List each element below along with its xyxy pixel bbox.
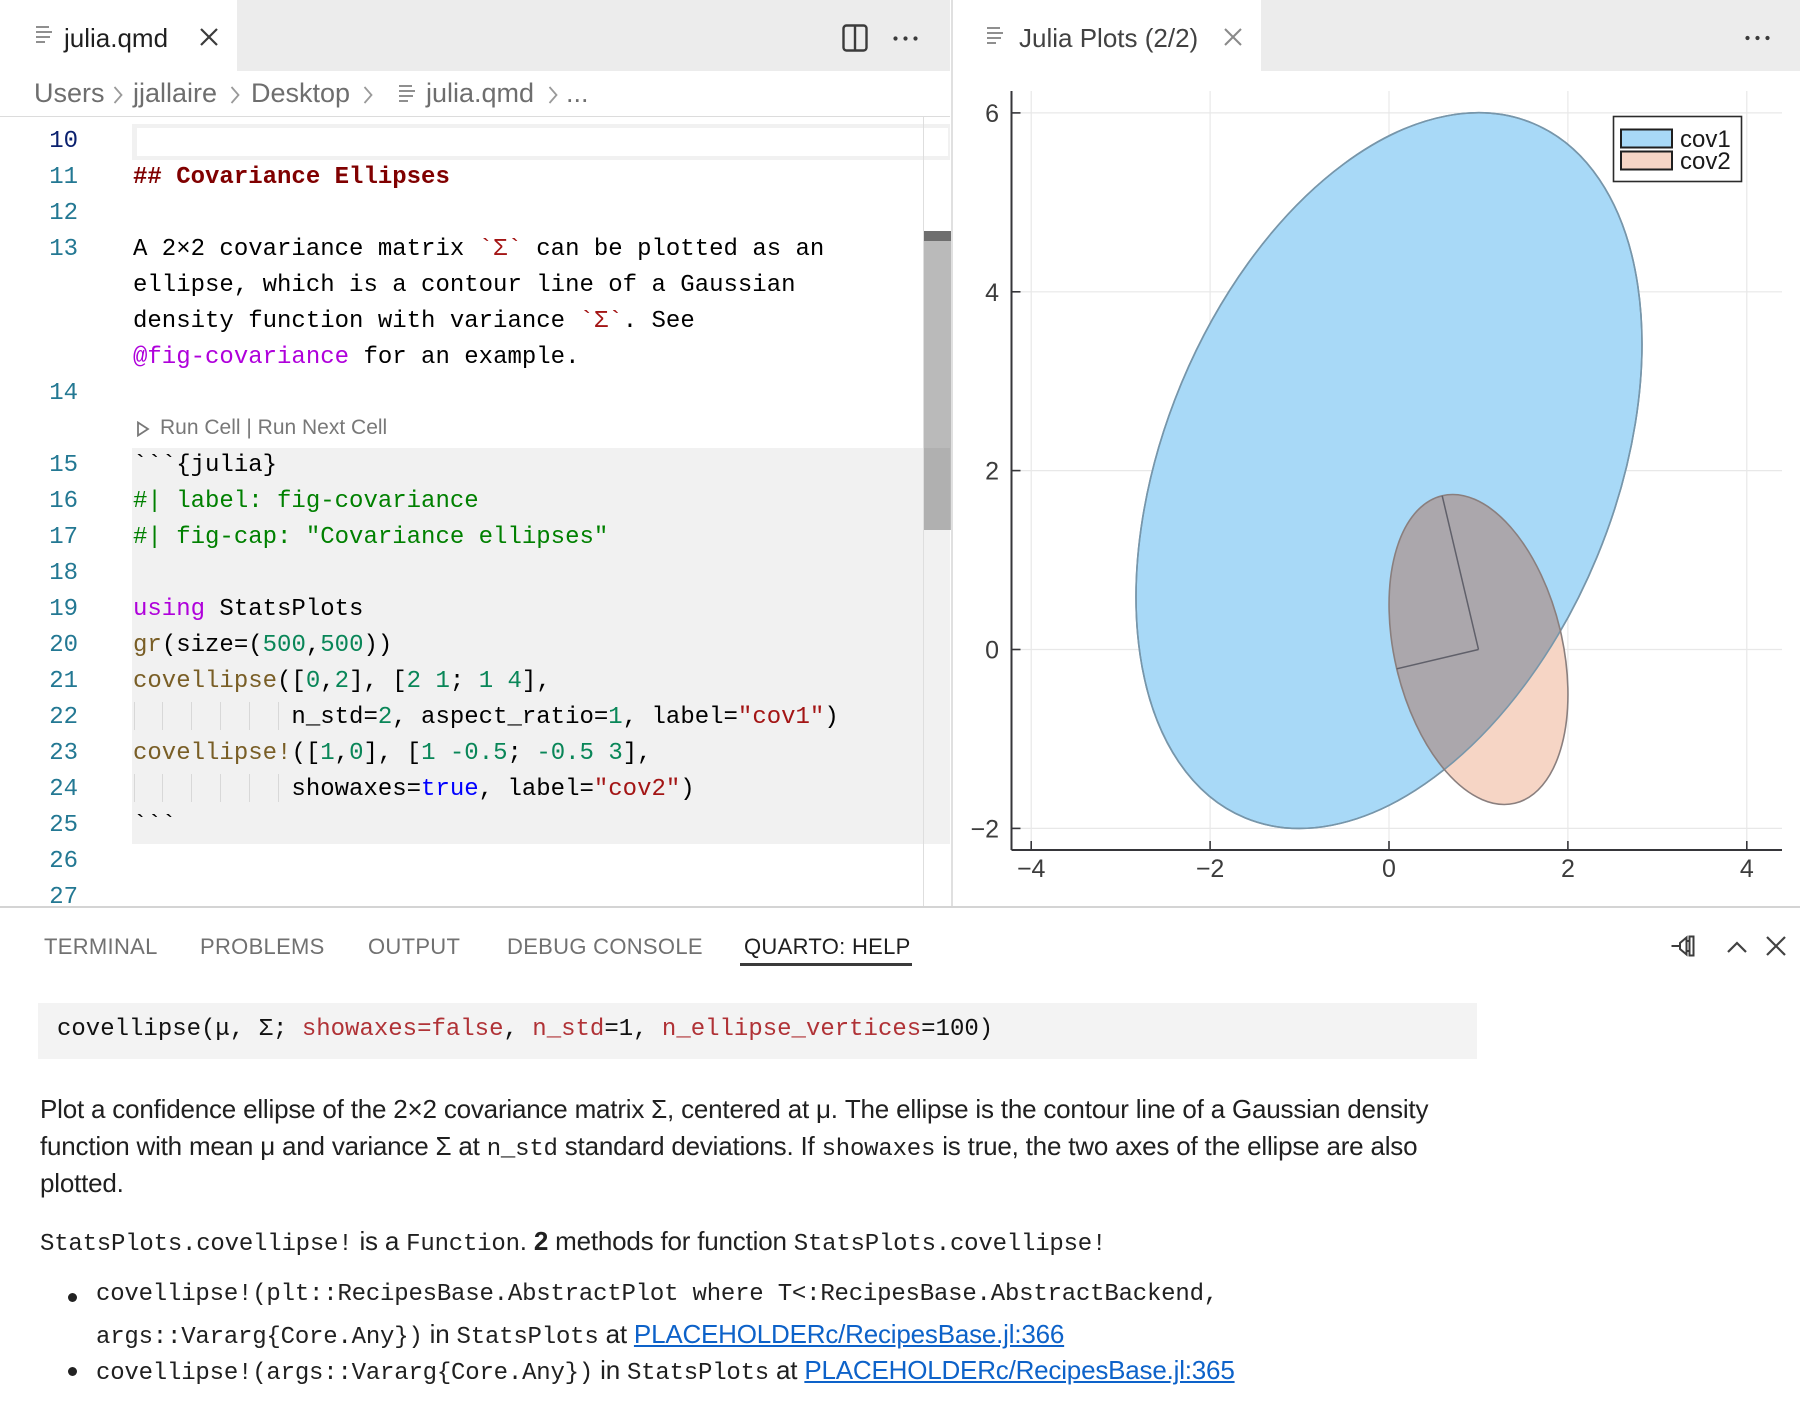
svg-text:6: 6 bbox=[985, 100, 999, 128]
svg-text:0: 0 bbox=[1382, 855, 1396, 883]
svg-text:4: 4 bbox=[985, 279, 999, 307]
svg-text:−2: −2 bbox=[970, 815, 999, 843]
svg-text:−4: −4 bbox=[1017, 855, 1046, 883]
svg-text:cov2: cov2 bbox=[1680, 148, 1731, 175]
svg-text:2: 2 bbox=[1561, 855, 1575, 883]
svg-text:−2: −2 bbox=[1196, 855, 1225, 883]
svg-text:4: 4 bbox=[1740, 855, 1754, 883]
svg-text:0: 0 bbox=[985, 637, 999, 665]
svg-text:2: 2 bbox=[985, 458, 999, 486]
